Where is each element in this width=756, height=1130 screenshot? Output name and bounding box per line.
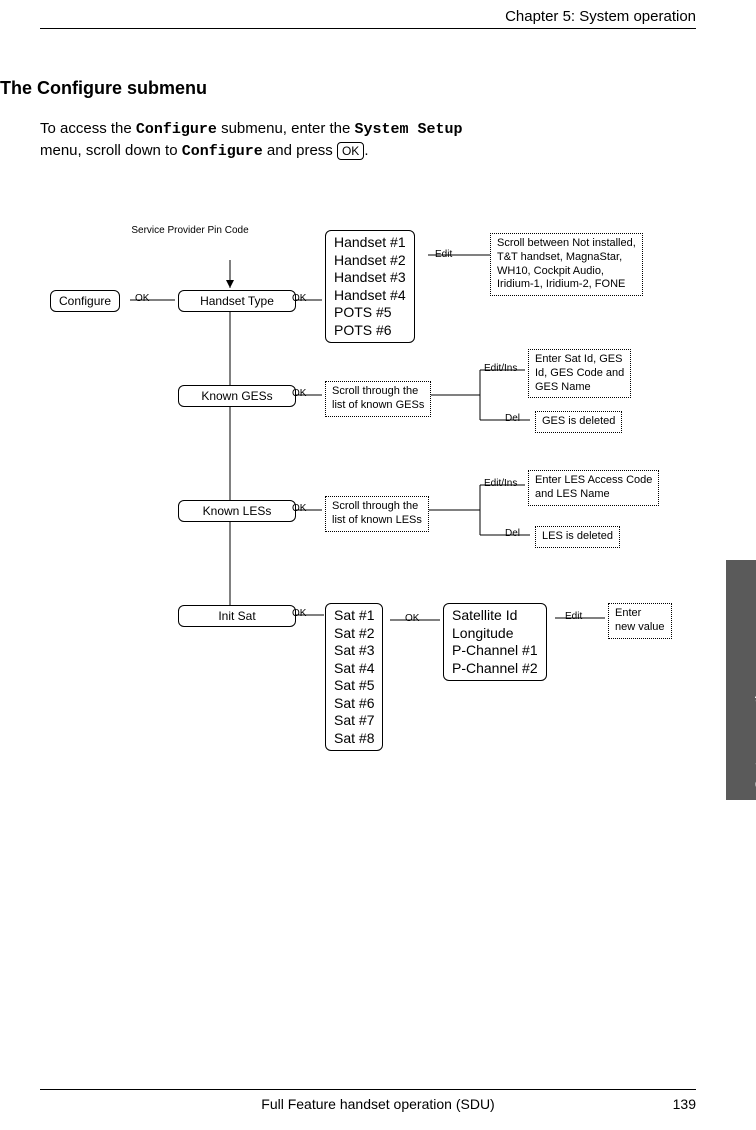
service-provider-note: Service Provider Pin Code [130,225,250,237]
intro-text: and press [267,142,337,159]
ges-editins-note: Enter Sat Id, GES Id, GES Code and GES N… [528,349,631,398]
intro-mono-system-setup: System Setup [355,121,463,138]
intro-mono-configure: Configure [136,121,217,138]
les-scroll-note: Scroll through the list of known LESs [325,496,429,532]
edit-label: Edit [435,249,452,260]
ges-del-note: GES is deleted [535,411,622,433]
sat-props-box: Satellite Id Longitude P-Channel #1 P-Ch… [443,603,547,681]
ok-label: OK [292,503,306,514]
ok-label: OK [405,613,419,624]
init-sat-box: Init Sat [178,605,296,627]
ok-label: OK [292,388,306,399]
known-ges-box: Known GESs [178,385,296,407]
ok-label: OK [135,293,149,304]
intro-text: To access the [40,120,136,137]
edit-label: Edit [565,611,582,622]
editins-label: Edit/Ins [484,478,517,489]
ok-label: OK [292,293,306,304]
chapter-header: Chapter 5: System operation [505,8,696,25]
sat-list-box: Sat #1 Sat #2 Sat #3 Sat #4 Sat #5 Sat #… [325,603,383,751]
editins-label: Edit/Ins [484,363,517,374]
intro-paragraph: To access the Configure submenu, enter t… [40,118,656,162]
header-rule [40,28,696,29]
handset-type-box: Handset Type [178,290,296,312]
intro-text: menu, scroll down to [40,142,182,159]
ok-key-icon: OK [337,142,364,161]
les-del-note: LES is deleted [535,526,620,548]
configure-menu-diagram: Service Provider Pin Code Configure OK H… [30,205,730,825]
enter-new-value-note: Enter new value [608,603,672,639]
section-title: The Configure submenu [0,78,207,99]
configure-box: Configure [50,290,120,312]
les-editins-note: Enter LES Access Code and LES Name [528,470,659,506]
handset-edit-note: Scroll between Not installed, T&T handse… [490,233,643,296]
intro-text: . [364,142,368,159]
side-tab-label: System operation [752,680,756,789]
footer-rule [40,1089,696,1090]
footer-title: Full Feature handset operation (SDU) [0,1096,756,1112]
known-les-box: Known LESs [178,500,296,522]
ok-label: OK [292,608,306,619]
ges-scroll-note: Scroll through the list of known GESs [325,381,431,417]
intro-mono-configure2: Configure [182,143,263,160]
intro-text: submenu, enter the [221,120,354,137]
del-label: Del [505,528,520,539]
del-label: Del [505,413,520,424]
page-number: 139 [673,1096,696,1112]
handset-list-box: Handset #1 Handset #2 Handset #3 Handset… [325,230,415,343]
